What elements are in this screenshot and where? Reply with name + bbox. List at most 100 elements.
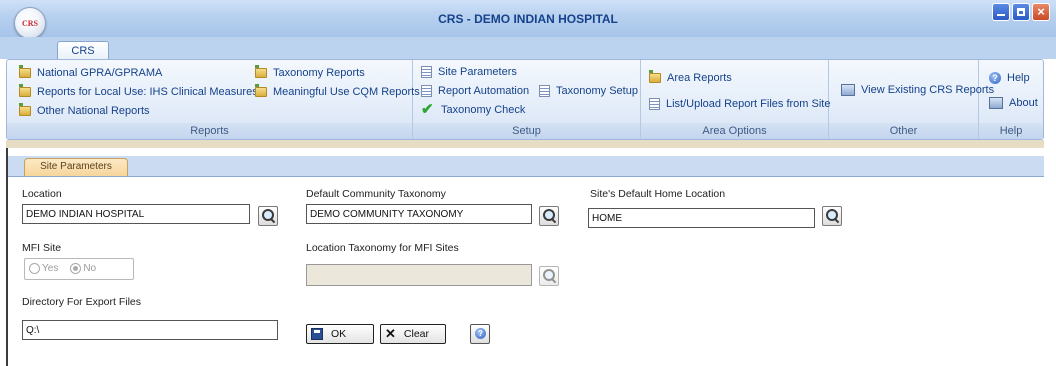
taxonomy-reports-label: Taxonomy Reports (273, 67, 365, 79)
minimize-icon (997, 14, 1005, 16)
report-folder-icon (19, 103, 31, 116)
list-icon (421, 66, 432, 78)
location-label: Location (22, 188, 62, 200)
other-national-reports-button[interactable]: Other National Reports (19, 103, 150, 119)
national-gpra-button[interactable]: National GPRA/GPRAMA (19, 65, 162, 81)
taxonomy-check-button[interactable]: ✔ Taxonomy Check (421, 102, 525, 118)
about-icon (989, 97, 1003, 109)
home-location-label: Site's Default Home Location (590, 188, 726, 200)
save-icon (311, 328, 323, 340)
mfi-taxonomy-label: Location Taxonomy for MFI Sites (306, 242, 459, 254)
view-existing-reports-button[interactable]: View Existing CRS Reports (841, 82, 994, 98)
report-folder-icon (19, 65, 31, 78)
clear-label: Clear (403, 328, 429, 340)
area-reports-button[interactable]: Area Reports (649, 70, 732, 86)
radio-icon (29, 263, 40, 275)
export-directory-label: Directory For Export Files (22, 296, 142, 308)
ribbon-group-setup: Site Parameters Report Automation Taxono… (413, 60, 641, 139)
national-gpra-label: National GPRA/GPRAMA (37, 67, 163, 79)
ribbon-group-label: Setup (413, 123, 640, 139)
site-parameters-button[interactable]: Site Parameters (421, 64, 517, 80)
search-icon-handle (834, 218, 840, 224)
list-icon (421, 85, 432, 97)
window-title: CRS - DEMO INDIAN HOSPITAL (438, 12, 618, 26)
location-lookup-button[interactable] (258, 206, 278, 226)
list-upload-label: List/Upload Report Files from Site (666, 98, 831, 110)
view-existing-label: View Existing CRS Reports (861, 84, 995, 96)
ribbon-group-label: Area Options (641, 123, 828, 139)
about-label: About (1009, 97, 1038, 109)
maximize-button[interactable] (1012, 3, 1030, 21)
report-folder-icon (19, 84, 31, 97)
mfi-no-option[interactable]: No (70, 263, 97, 275)
export-directory-field[interactable] (22, 320, 278, 340)
search-icon-handle (551, 278, 557, 284)
taxonomy-reports-button[interactable]: Taxonomy Reports (255, 65, 365, 81)
ribbon-group-label: Other (829, 123, 978, 139)
report-automation-label: Report Automation (438, 85, 530, 97)
report-automation-button[interactable]: Report Automation (421, 83, 529, 99)
close-icon: × (1037, 4, 1045, 19)
form-help-button[interactable]: ? (470, 324, 490, 344)
taxonomy-setup-label: Taxonomy Setup (556, 85, 638, 97)
ribbon-group-label: Reports (7, 123, 412, 139)
ribbon-group-help: ? Help About Help (979, 60, 1043, 139)
area-reports-label: Area Reports (667, 72, 732, 84)
location-field[interactable] (22, 204, 250, 224)
local-use-label: Reports for Local Use: IHS Clinical Meas… (37, 86, 258, 98)
help-icon: ? (989, 72, 1001, 84)
minimize-button[interactable] (992, 3, 1010, 21)
default-taxonomy-field[interactable] (306, 204, 532, 224)
home-location-lookup-button[interactable] (822, 206, 842, 226)
radio-selected-icon (70, 263, 82, 275)
meaningful-use-label: Meaningful Use CQM Reports (273, 86, 420, 98)
default-taxonomy-label: Default Community Taxonomy (306, 188, 446, 200)
setup-icon (539, 85, 550, 97)
window-controls: × (992, 3, 1050, 21)
clear-button[interactable]: ✕ Clear (380, 324, 446, 344)
ribbon-tab-strip: CRS (0, 37, 1056, 60)
mfi-site-label: MFI Site (22, 242, 62, 254)
mfi-taxonomy-lookup-button (539, 266, 559, 286)
ribbon-group-other: View Existing CRS Reports Other (829, 60, 994, 139)
ribbon-tab-crs[interactable]: CRS (57, 41, 109, 60)
ribbon-group-reports: National GPRA/GPRAMA Reports for Local U… (7, 60, 420, 139)
mfi-yes-label: Yes (42, 263, 59, 275)
report-folder-icon (649, 70, 661, 83)
search-icon-handle (551, 218, 557, 224)
maximize-icon (1017, 8, 1025, 16)
site-parameters-panel: Site Parameters Location Default Communi… (6, 148, 1044, 366)
content-tab-strip: Site Parameters (8, 156, 1044, 177)
search-icon-handle (270, 218, 276, 224)
meaningful-use-reports-button[interactable]: Meaningful Use CQM Reports (255, 84, 420, 100)
taxonomy-setup-button[interactable]: Taxonomy Setup (539, 83, 638, 99)
mfi-site-radio-group: Yes No (24, 258, 134, 280)
view-reports-icon (841, 84, 855, 96)
other-national-label: Other National Reports (37, 105, 150, 117)
checkmark-icon: ✔ (421, 101, 434, 118)
ribbon-group-label: Help (979, 123, 1043, 139)
site-parameters-label: Site Parameters (438, 66, 517, 78)
ok-button[interactable]: OK (306, 324, 374, 344)
ribbon-group-area-options: Area Reports List/Upload Report Files fr… (641, 60, 830, 139)
list-upload-button[interactable]: List/Upload Report Files from Site (649, 96, 830, 112)
tab-site-parameters[interactable]: Site Parameters (24, 158, 128, 176)
about-button[interactable]: About (989, 95, 1038, 111)
help-icon: ? (475, 328, 486, 339)
local-use-reports-button[interactable]: Reports for Local Use: IHS Clinical Meas… (19, 84, 258, 100)
mfi-no-label: No (83, 263, 97, 275)
clear-x-icon: ✕ (385, 326, 396, 341)
home-location-field[interactable] (588, 208, 815, 228)
ribbon: National GPRA/GPRAMA Reports for Local U… (6, 59, 1044, 140)
report-folder-icon (255, 84, 267, 97)
help-label: Help (1007, 72, 1030, 84)
default-taxonomy-lookup-button[interactable] (539, 206, 559, 226)
mfi-taxonomy-field (306, 264, 532, 286)
report-folder-icon (255, 65, 267, 78)
title-bar: CRS CRS - DEMO INDIAN HOSPITAL × (0, 0, 1056, 39)
close-button[interactable]: × (1032, 3, 1050, 21)
list-icon (649, 98, 660, 110)
mfi-yes-option[interactable]: Yes (29, 263, 59, 275)
help-button[interactable]: ? Help (989, 70, 1030, 86)
taxonomy-check-label: Taxonomy Check (441, 104, 526, 116)
